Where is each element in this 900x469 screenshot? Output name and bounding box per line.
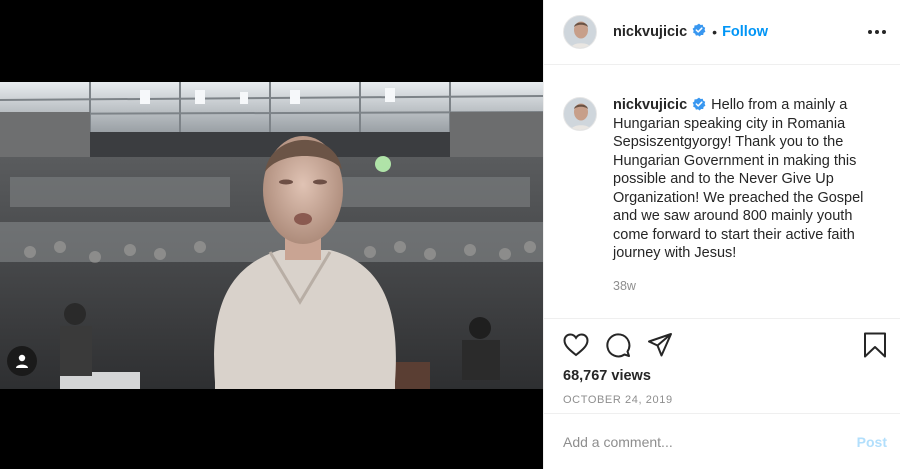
profile-photo [564,16,596,48]
avatar[interactable] [563,15,597,49]
separator-dot: • [712,24,718,40]
caption-text: Hello from a mainly a Hungarian speaking… [613,97,864,262]
heart-icon[interactable] [562,331,590,359]
media-area [0,0,543,469]
comments-section: nickvujicic Hello from a mainly a Hungari… [544,82,900,318]
follow-button[interactable]: Follow [722,24,768,40]
add-comment-bar: Post [544,413,900,469]
verified-badge-icon [692,23,706,42]
share-icon[interactable] [646,331,674,359]
post-header: nickvujicic • Follow [544,0,900,65]
caption-avatar[interactable] [563,97,597,131]
verified-badge-icon [692,96,706,115]
person-icon [16,354,28,368]
action-icons-row [562,331,889,359]
caption-text-block: nickvujicic Hello from a mainly a Hungari… [613,96,883,263]
post-comment-button[interactable]: Post [857,434,887,450]
post-date: OCTOBER 24, 2019 [563,394,673,406]
comment-icon[interactable] [604,331,632,359]
post-details-panel: nickvujicic • Follow nickvujicic Hello f… [543,0,900,469]
post-actions: 68,767 views OCTOBER 24, 2019 Post [544,318,900,469]
profile-photo [564,98,596,130]
caption-time-ago: 38w [613,278,636,293]
more-options-icon[interactable] [867,24,887,40]
caption-username[interactable]: nickvujicic [613,97,687,113]
video-frame-illustration [0,82,543,389]
author-username[interactable]: nickvujicic [613,24,687,40]
user-tags-button[interactable] [7,346,37,376]
bookmark-icon[interactable] [861,331,889,359]
post-video[interactable] [0,82,543,389]
views-count[interactable]: 68,767 views [563,368,651,384]
comment-input[interactable] [563,433,857,450]
caption: nickvujicic Hello from a mainly a Hungari… [563,82,887,263]
